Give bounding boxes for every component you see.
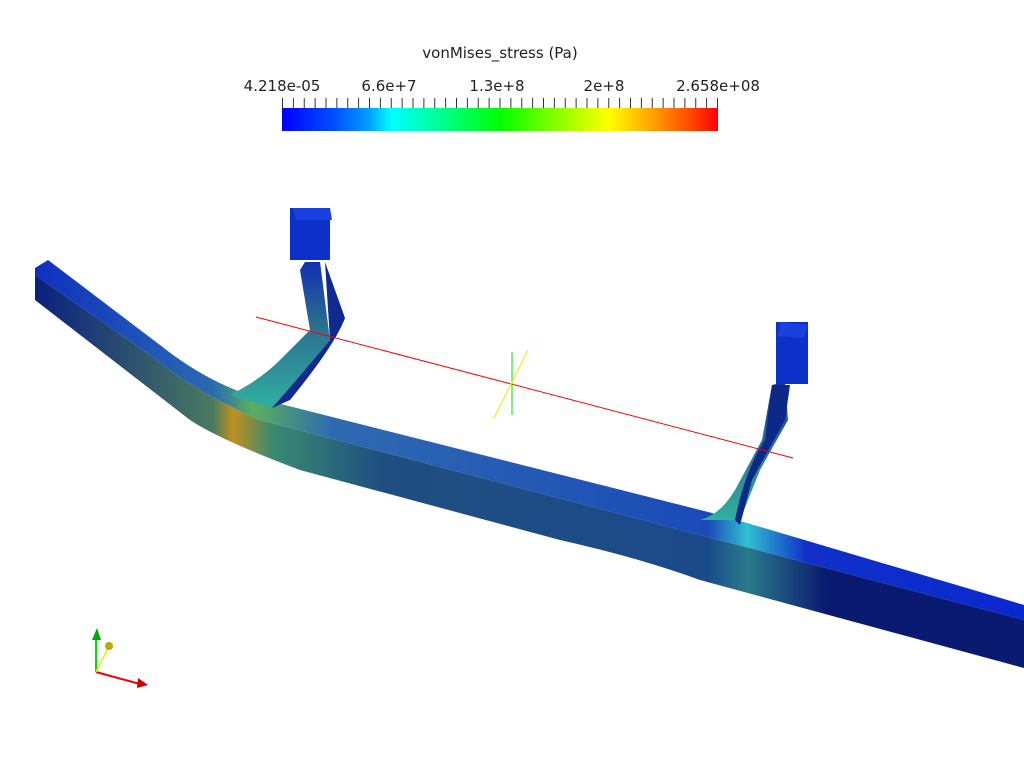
orientation-axes bbox=[92, 628, 148, 688]
left-arm bbox=[230, 262, 330, 408]
beam-top-face bbox=[35, 260, 1024, 620]
colorbar-title: vonMises_stress (Pa) bbox=[422, 44, 578, 62]
colorbar-label-1: 6.6e+7 bbox=[361, 77, 417, 95]
render-viewport[interactable]: vonMises_stress (Pa) 4.218e-05 6.6e+7 1.… bbox=[0, 0, 1024, 768]
colorbar bbox=[282, 108, 718, 131]
cut-plane-normal-z bbox=[493, 349, 529, 419]
colorbar-label-2: 1.3e+8 bbox=[469, 77, 525, 95]
colorbar-label-max: 2.658e+08 bbox=[676, 77, 760, 95]
colorbar-label-3: 2e+8 bbox=[583, 77, 625, 95]
colorbar-label-min: 4.218e-05 bbox=[243, 77, 321, 95]
